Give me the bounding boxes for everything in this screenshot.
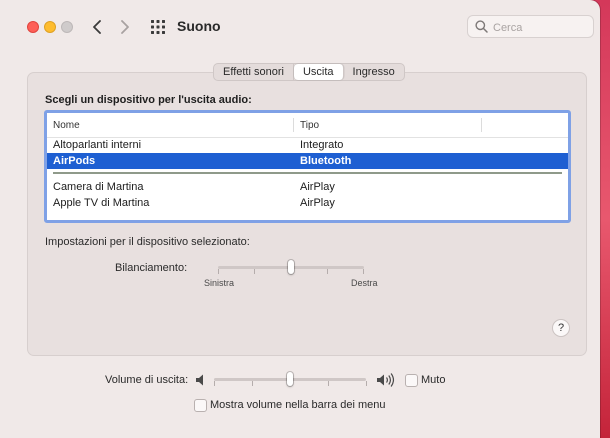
device-type: AirPlay <box>300 181 335 193</box>
device-type: AirPlay <box>300 197 335 209</box>
help-button[interactable]: ? <box>552 319 570 337</box>
close-button[interactable] <box>27 21 39 33</box>
output-device-table[interactable]: Nome Tipo Altoparlanti interni Integrato… <box>44 110 571 223</box>
balance-left-label: Sinistra <box>204 278 235 288</box>
table-row-selected[interactable]: AirPods Bluetooth <box>47 153 568 169</box>
output-device-heading: Scegli un dispositivo per l'uscita audio… <box>45 94 252 106</box>
device-name: Camera di Martina <box>53 181 144 193</box>
column-separator <box>481 118 482 132</box>
device-settings-label: Impostazioni per il dispositivo selezion… <box>45 236 250 248</box>
speaker-low-icon <box>196 374 203 386</box>
slider-tick <box>252 381 253 386</box>
mute-label: Muto <box>421 374 446 386</box>
column-separator <box>293 118 294 132</box>
slider-tick <box>254 269 255 274</box>
grid-icon <box>151 20 165 34</box>
slider-tick <box>328 381 329 386</box>
minimize-button[interactable] <box>44 21 56 33</box>
output-volume-label: Volume di uscita: <box>105 374 189 386</box>
table-row[interactable]: Apple TV di Martina AirPlay <box>47 195 568 211</box>
device-name: Apple TV di Martina <box>53 197 150 209</box>
title-bar: Suono <box>0 0 600 54</box>
slider-tick <box>218 269 219 274</box>
column-header-type[interactable]: Tipo <box>300 120 319 131</box>
slider-tick <box>363 269 364 274</box>
back-button[interactable] <box>86 15 108 39</box>
balance-slider-knob[interactable] <box>288 260 294 274</box>
chevron-right-icon <box>121 20 129 34</box>
device-name: AirPods <box>53 155 96 167</box>
table-header: Nome Tipo <box>47 113 568 138</box>
sound-preferences-window: Suono Effetti sonori Uscita Ingresso Sce… <box>0 0 600 438</box>
balance-label: Bilanciamento: <box>115 262 188 274</box>
search-icon <box>475 20 488 33</box>
slider-tick <box>214 381 215 386</box>
tab-input[interactable]: Ingresso <box>344 64 404 80</box>
group-divider <box>53 172 562 174</box>
window-title: Suono <box>177 18 221 34</box>
table-row[interactable]: Altoparlanti interni Integrato <box>47 137 568 153</box>
show-volume-in-menubar-label: Mostra volume nella barra dei menu <box>210 399 386 411</box>
search-field[interactable] <box>467 15 594 38</box>
device-type: Integrato <box>300 139 344 151</box>
search-input[interactable] <box>491 18 593 37</box>
mute-checkbox[interactable] <box>405 374 418 387</box>
device-name: Altoparlanti interni <box>53 139 142 151</box>
volume-slider-knob[interactable] <box>287 372 293 386</box>
balance-right-label: Destra <box>351 278 378 288</box>
show-volume-in-menubar-checkbox[interactable] <box>194 399 207 412</box>
tab-bar: Effetti sonori Uscita Ingresso <box>213 63 405 81</box>
tab-output[interactable]: Uscita <box>293 64 344 80</box>
slider-tick <box>366 381 367 386</box>
table-row[interactable]: Camera di Martina AirPlay <box>47 179 568 195</box>
forward-button[interactable] <box>114 15 136 39</box>
slider-tick <box>327 269 328 274</box>
device-type: Bluetooth <box>300 155 352 167</box>
chevron-left-icon <box>93 20 101 34</box>
show-all-button[interactable] <box>148 17 168 37</box>
speaker-high-icon <box>377 373 395 387</box>
tab-sound-effects[interactable]: Effetti sonori <box>214 64 294 80</box>
zoom-button[interactable] <box>61 21 73 33</box>
column-header-name[interactable]: Nome <box>53 120 80 131</box>
